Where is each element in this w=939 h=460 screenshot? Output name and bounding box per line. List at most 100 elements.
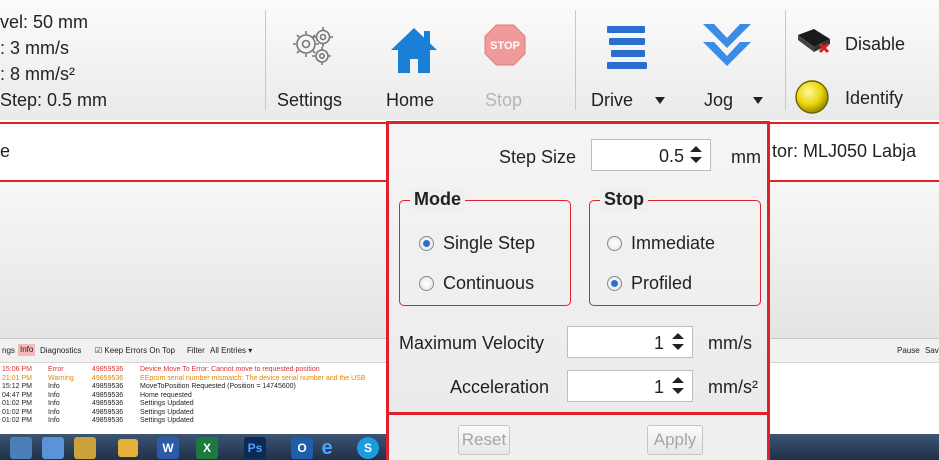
chevron-down-icon [655, 97, 665, 104]
log-type: Error [48, 366, 64, 373]
identify-led-icon [795, 80, 829, 114]
drive-label: Drive [591, 90, 634, 110]
spinner-arrows-icon[interactable] [690, 146, 702, 164]
jog-label: Jog [704, 90, 734, 110]
log-type: Info [48, 400, 60, 407]
folder-icon[interactable] [74, 437, 96, 459]
spinner-arrows-icon[interactable] [672, 333, 684, 351]
toolbar-separator [575, 10, 576, 110]
log-device-id: 49859536 [92, 400, 124, 407]
position-status-line: vel: 50 mm [0, 12, 89, 32]
step-status-line: Step: 0.5 mm [0, 90, 108, 110]
apply-button[interactable]: Apply [647, 425, 703, 455]
max-velocity-value: 1 [653, 333, 664, 353]
radio-circle [607, 276, 622, 291]
log-device-id: 49859536 [92, 366, 124, 373]
stop-button[interactable]: STOP Stop [470, 0, 540, 118]
gears-icon [293, 27, 333, 65]
log-time: 01:02 PM [2, 417, 32, 424]
home-label: Home [386, 90, 435, 110]
log-time: 21:01 PM [2, 374, 32, 382]
log-save-button[interactable]: Sav [925, 346, 939, 355]
stop-sign-text: STOP [490, 40, 520, 52]
identify-button[interactable]: Identify [790, 76, 935, 118]
log-tab-warnings[interactable]: ngs [2, 346, 15, 355]
mode-continuous-label: Continuous [443, 273, 535, 293]
toolbar-separator [265, 10, 266, 110]
jog-dropdown-button[interactable]: Jog [695, 0, 775, 118]
reset-button[interactable]: Reset [458, 425, 510, 455]
acceleration-value: 1 [653, 377, 664, 397]
acceleration-status-line: : 8 mm/s² [0, 64, 75, 84]
mode-groupbox: Mode Single Step Continuous [399, 189, 571, 306]
spinner-arrows-icon[interactable] [672, 377, 684, 395]
stop-sign-icon: STOP [484, 24, 526, 66]
keep-errors-label: Keep Errors On Top [104, 346, 175, 355]
radio-circle [607, 236, 622, 251]
drive-stack-icon [607, 26, 647, 69]
disable-device-icon [798, 29, 830, 54]
controller-label: tor: MLJ050 Labja [772, 141, 917, 161]
outlook-icon[interactable]: O [291, 437, 313, 459]
toolbar-separator [785, 10, 786, 110]
double-chevron-down-icon [703, 24, 751, 66]
step-size-unit: mm [731, 147, 761, 167]
skype-icon[interactable]: S [357, 437, 379, 459]
excel-icon[interactable]: X [196, 437, 218, 459]
settings-button[interactable]: Settings [270, 0, 360, 118]
mode-single-step-label: Single Step [443, 233, 536, 253]
log-type: Info [48, 391, 60, 399]
max-velocity-unit: mm/s [708, 333, 752, 353]
log-message: Settings Updated [140, 408, 194, 416]
log-message: Device Move To Error: Cannot move to req… [140, 366, 320, 373]
log-type: Info [48, 383, 60, 390]
word-icon[interactable]: W [157, 437, 179, 459]
log-device-id: 49859536 [92, 383, 124, 390]
settings-label: Settings [277, 90, 343, 110]
log-message: Settings Updated [140, 400, 194, 407]
log-time: 15:12 PM [2, 383, 32, 390]
disable-button[interactable]: Disable [790, 20, 935, 64]
mode-title: Mode [410, 189, 465, 210]
acceleration-input[interactable]: 1 [567, 370, 693, 402]
log-type: Info [48, 408, 60, 416]
radio-circle [419, 236, 434, 251]
radio-circle [419, 276, 434, 291]
stop-profiled-label: Profiled [631, 273, 693, 293]
chevron-down-icon [753, 97, 763, 104]
home-button[interactable]: Home [380, 0, 450, 118]
explorer-icon[interactable] [10, 437, 32, 459]
log-device-id: 49859536 [92, 374, 124, 382]
log-tab-diagnostics[interactable]: Diagnostics [40, 346, 81, 355]
acceleration-unit: mm/s² [708, 377, 758, 397]
log-time: 15:06 PM [2, 366, 32, 373]
ie-icon[interactable]: e [316, 437, 338, 459]
log-tab-info[interactable]: Info [18, 344, 36, 356]
velocity-status-line: : 3 mm/s [0, 38, 70, 58]
log-time: 01:02 PM [2, 400, 32, 407]
toolbar: vel: 50 mm : 3 mm/s : 8 mm/s² Step: 0.5 … [0, 0, 939, 120]
log-time: 01:02 PM [2, 408, 32, 416]
log-pause-button[interactable]: Pause [897, 346, 920, 355]
disable-label: Disable [845, 34, 906, 54]
stop-immediate-label: Immediate [631, 233, 716, 253]
log-filter-dropdown[interactable]: All Entries ▾ [210, 346, 252, 355]
media-icon[interactable] [42, 437, 64, 459]
log-message: Settings Updated [140, 417, 194, 424]
jog-settings-popup: Step Size 0.5 mm Mode Single Step Contin… [386, 121, 770, 460]
folder-icon[interactable] [118, 439, 138, 457]
step-size-value: 0.5 [658, 146, 684, 166]
status-left-text: e [0, 141, 11, 161]
stop-label: Stop [485, 90, 523, 110]
stop-groupbox: Stop Immediate Profiled [589, 189, 761, 306]
step-size-label: Step Size [499, 147, 577, 167]
max-velocity-input[interactable]: 1 [567, 326, 693, 358]
log-message: Home requested [140, 391, 192, 399]
photoshop-icon[interactable]: Ps [244, 437, 266, 459]
keep-errors-on-top-checkbox[interactable]: ☑ Keep Errors On Top [95, 346, 175, 355]
log-device-id: 49859536 [92, 391, 124, 399]
step-size-input[interactable]: 0.5 [591, 139, 711, 171]
acceleration-label: Acceleration [450, 377, 550, 397]
drive-dropdown-button[interactable]: Drive [585, 0, 675, 118]
log-filter-label: Filter [187, 346, 205, 355]
